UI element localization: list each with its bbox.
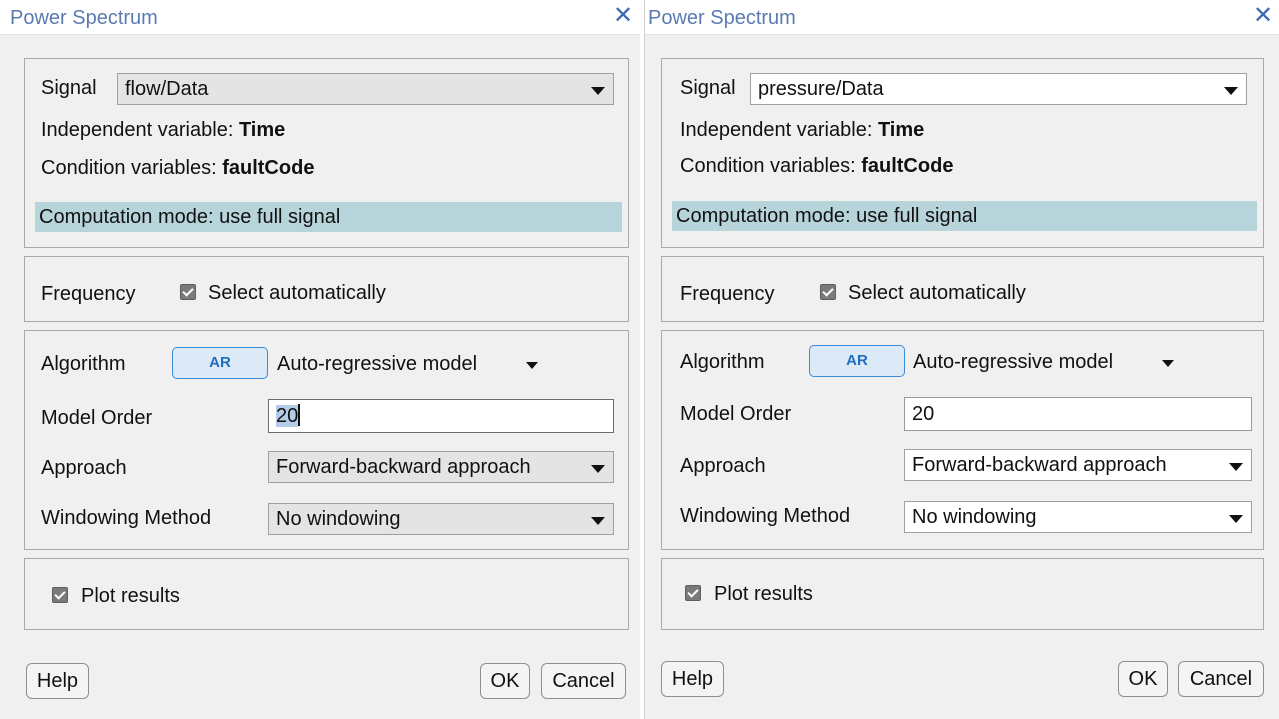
windowing-method-dropdown[interactable]: No windowing: [268, 503, 614, 535]
select-automatically-label: Select automatically: [208, 282, 386, 304]
signal-label: Signal: [41, 77, 97, 99]
plot-results-checkbox[interactable]: [52, 587, 68, 603]
model-order-value: 20: [276, 405, 299, 427]
approach-value: Forward-backward approach: [912, 454, 1167, 476]
chevron-down-icon: [591, 517, 605, 525]
algorithm-label: Algorithm: [41, 353, 126, 375]
frequency-label: Frequency: [41, 283, 136, 305]
help-button[interactable]: Help: [26, 663, 89, 699]
model-order-input[interactable]: 20: [904, 397, 1252, 431]
windowing-method-value: No windowing: [912, 506, 1037, 528]
frequency-panel: Frequency Select automatically: [24, 256, 629, 322]
cancel-button[interactable]: Cancel: [541, 663, 626, 699]
chevron-down-icon: [1229, 463, 1243, 471]
signal-value: pressure/Data: [758, 78, 884, 100]
model-order-input[interactable]: 20: [268, 399, 614, 433]
approach-label: Approach: [41, 457, 127, 479]
dialog-title: Power Spectrum: [10, 7, 158, 29]
title-bar: Power Spectrum ✕: [0, 0, 640, 35]
close-icon[interactable]: ✕: [1250, 2, 1276, 30]
approach-value: Forward-backward approach: [276, 456, 531, 478]
signal-panel: Signal pressure/Data Independent variabl…: [661, 58, 1264, 248]
plot-panel: Plot results: [661, 558, 1264, 630]
chevron-down-icon: [1229, 515, 1243, 523]
ok-button[interactable]: OK: [480, 663, 530, 699]
algorithm-panel: Algorithm AR Auto-regressive model Model…: [661, 330, 1264, 550]
plot-panel: Plot results: [24, 558, 629, 630]
model-order-label: Model Order: [680, 403, 792, 425]
algorithm-label: Algorithm: [680, 351, 765, 373]
algorithm-panel: Algorithm AR Auto-regressive model Model…: [24, 330, 629, 550]
power-spectrum-dialog-pressure: Power Spectrum ✕ Signal pressure/Data In…: [644, 0, 1279, 719]
close-icon[interactable]: ✕: [610, 2, 636, 30]
ar-algorithm-button[interactable]: AR: [809, 345, 905, 377]
windowing-method-dropdown[interactable]: No windowing: [904, 501, 1252, 533]
chevron-down-icon: [1224, 87, 1238, 95]
condition-variables-text: Condition variables: faultCode: [41, 157, 315, 179]
model-order-label: Model Order: [41, 407, 153, 429]
plot-results-label: Plot results: [81, 585, 180, 607]
approach-dropdown[interactable]: Forward-backward approach: [268, 451, 614, 483]
algorithm-dropdown[interactable]: Auto-regressive model: [913, 351, 1113, 374]
windowing-method-label: Windowing Method: [680, 505, 851, 527]
signal-panel: Signal flow/Data Independent variable: T…: [24, 58, 629, 248]
chevron-down-icon: [591, 87, 605, 95]
frequency-label: Frequency: [680, 283, 775, 305]
computation-mode-row[interactable]: Computation mode: use full signal: [35, 202, 622, 232]
signal-label: Signal: [680, 77, 736, 99]
signal-dropdown[interactable]: flow/Data: [117, 73, 614, 105]
approach-label: Approach: [680, 455, 766, 477]
independent-variable-text: Independent variable: Time: [680, 119, 925, 141]
algorithm-dropdown-arrow-icon[interactable]: [526, 362, 538, 369]
plot-results-checkbox[interactable]: [685, 585, 701, 601]
approach-dropdown[interactable]: Forward-backward approach: [904, 449, 1252, 481]
signal-dropdown[interactable]: pressure/Data: [750, 73, 1247, 105]
select-automatically-checkbox[interactable]: [180, 284, 196, 300]
help-button[interactable]: Help: [661, 661, 724, 697]
condition-variables-text: Condition variables: faultCode: [680, 155, 954, 177]
dialog-title: Power Spectrum: [648, 7, 796, 29]
chevron-down-icon: [591, 465, 605, 473]
ar-algorithm-button[interactable]: AR: [172, 347, 268, 379]
text-cursor: [298, 404, 301, 426]
cancel-button[interactable]: Cancel: [1178, 661, 1264, 697]
algorithm-dropdown[interactable]: Auto-regressive model: [277, 353, 477, 376]
computation-mode-row[interactable]: Computation mode: use full signal: [672, 201, 1257, 231]
independent-variable-text: Independent variable: Time: [41, 119, 286, 141]
algorithm-dropdown-arrow-icon[interactable]: [1162, 360, 1174, 367]
power-spectrum-dialog-flow: Power Spectrum ✕ Signal flow/Data Indepe…: [0, 0, 640, 719]
select-automatically-label: Select automatically: [848, 282, 1026, 304]
frequency-panel: Frequency Select automatically: [661, 256, 1264, 322]
windowing-method-value: No windowing: [276, 508, 401, 530]
signal-value: flow/Data: [125, 78, 209, 100]
title-bar: Power Spectrum ✕: [645, 0, 1279, 35]
ok-button[interactable]: OK: [1118, 661, 1168, 697]
select-automatically-checkbox[interactable]: [820, 284, 836, 300]
plot-results-label: Plot results: [714, 583, 813, 605]
windowing-method-label: Windowing Method: [41, 507, 212, 529]
